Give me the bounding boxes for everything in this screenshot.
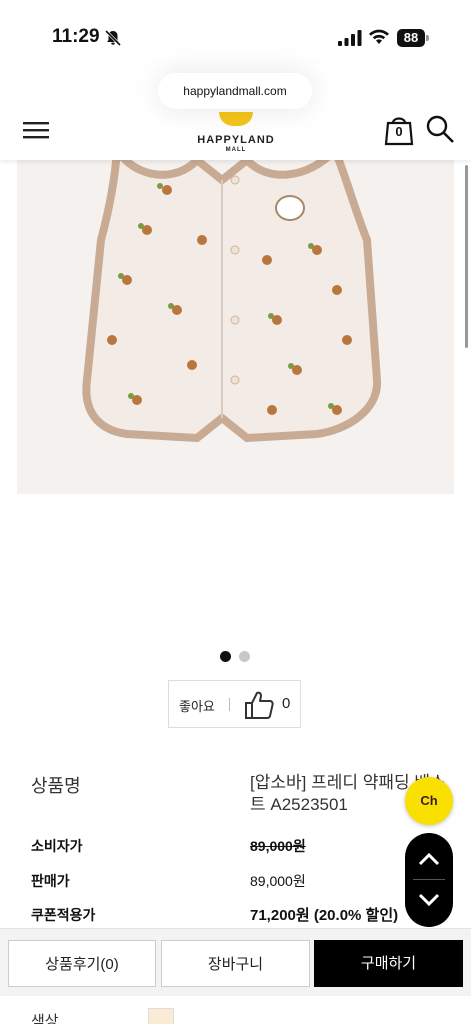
consumer-price-label: 소비자가 bbox=[31, 838, 83, 854]
menu-icon[interactable] bbox=[23, 121, 49, 139]
battery-indicator: 88 bbox=[397, 29, 429, 47]
cart-count: 0 bbox=[395, 124, 403, 139]
carousel-dot-1[interactable] bbox=[220, 651, 231, 662]
color-label: 색상 bbox=[31, 1013, 59, 1024]
coupon-price-label: 쿠폰적용가 bbox=[31, 907, 96, 923]
logo-sub: MALL bbox=[225, 147, 247, 153]
consumer-price: 89,000원 bbox=[250, 838, 306, 854]
url-bar[interactable]: happylandmall.com bbox=[158, 73, 312, 109]
carousel-dot-2[interactable] bbox=[239, 651, 250, 662]
logo-name: HAPPYLAND bbox=[197, 134, 275, 146]
product-name-label: 상품명 bbox=[31, 776, 81, 796]
site-header: happylandmall.com HAPPYLAND MALL 0 bbox=[0, 62, 471, 160]
bottom-action-bar: 상품후기(0) 장바구니 구매하기 bbox=[0, 928, 471, 996]
like-count: 0 bbox=[282, 695, 291, 712]
battery-level: 88 bbox=[397, 29, 425, 47]
scroll-controls bbox=[405, 833, 453, 927]
scroll-bottom-chevron-down-icon[interactable] bbox=[405, 882, 453, 927]
scroll-divider bbox=[413, 879, 445, 880]
battery-cap bbox=[426, 35, 429, 41]
search-icon[interactable] bbox=[425, 114, 455, 144]
sale-price-label: 판매가 bbox=[31, 873, 70, 889]
status-bar: 11:29 88 bbox=[0, 0, 471, 62]
color-swatch[interactable] bbox=[148, 1008, 174, 1024]
wifi-icon bbox=[369, 29, 389, 44]
cart-button[interactable]: 0 bbox=[384, 114, 414, 146]
kakao-channel-button[interactable]: Ch bbox=[405, 777, 453, 825]
page-scrollbar[interactable] bbox=[465, 165, 468, 348]
product-image[interactable] bbox=[17, 120, 454, 494]
review-button[interactable]: 상품후기(0) bbox=[8, 940, 156, 987]
signal-icon bbox=[338, 30, 362, 46]
status-time: 11:29 bbox=[52, 26, 100, 47]
bell-muted-icon bbox=[104, 29, 122, 47]
carousel-dots bbox=[220, 651, 260, 663]
buy-now-button[interactable]: 구매하기 bbox=[314, 940, 463, 987]
coupon-price: 71,200원 (20.0% 할인) bbox=[250, 907, 399, 924]
scroll-top-chevron-up-icon[interactable] bbox=[405, 833, 453, 878]
like-label: 좋아요 bbox=[179, 699, 215, 714]
sale-price: 89,000원 bbox=[250, 873, 306, 889]
logo-sun-mark bbox=[219, 112, 253, 126]
add-to-cart-button[interactable]: 장바구니 bbox=[161, 940, 310, 987]
thumbs-up-icon bbox=[245, 691, 274, 719]
vest-illustration bbox=[82, 137, 382, 443]
like-divider bbox=[229, 698, 230, 711]
like-button[interactable]: 좋아요 0 bbox=[168, 680, 301, 728]
site-logo[interactable]: HAPPYLAND MALL bbox=[195, 112, 277, 156]
